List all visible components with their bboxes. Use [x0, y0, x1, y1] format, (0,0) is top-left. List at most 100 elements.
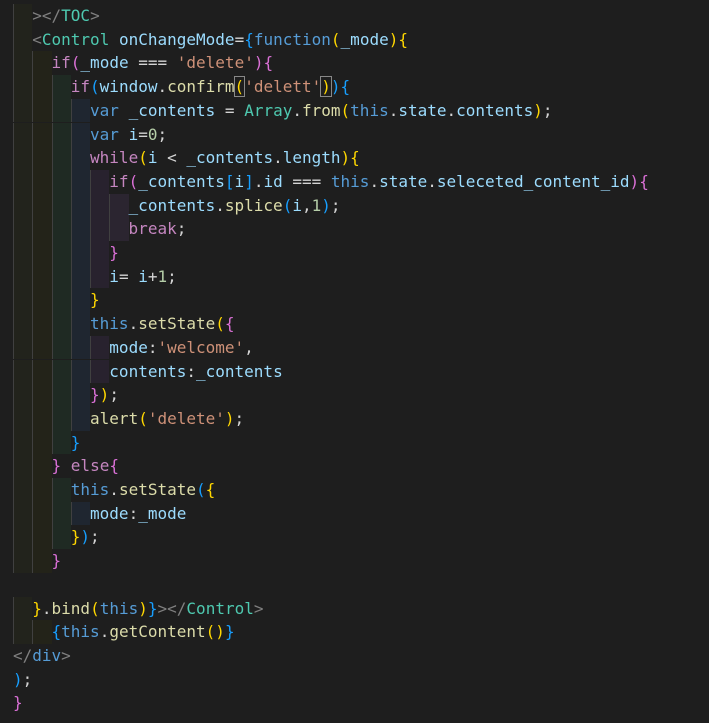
code-token: if	[109, 171, 129, 191]
code-line[interactable]: var i=0;	[0, 123, 709, 147]
code-line[interactable]: this.setState({	[0, 478, 709, 502]
code-token: TOC	[61, 6, 91, 25]
code-token: =	[118, 266, 139, 286]
code-line[interactable]: }	[0, 241, 709, 265]
code-token: confirm	[167, 77, 235, 97]
code-token: 0	[147, 124, 158, 144]
code-token: )	[215, 622, 225, 642]
code-line[interactable]: });	[0, 525, 709, 549]
code-token: mode	[109, 337, 148, 357]
code-token: )	[533, 100, 543, 120]
code-token: _mode	[340, 29, 389, 49]
code-token: Control	[41, 29, 110, 49]
code-token: {	[244, 29, 254, 49]
code-token: i	[138, 266, 148, 286]
code-token: contents	[456, 100, 534, 120]
code-token: 'welcome'	[157, 337, 245, 357]
code-token: var	[90, 124, 119, 144]
code-token: ;	[167, 266, 177, 286]
code-editor[interactable]: ></TOC> <Control onChangeMode={function(_…	[0, 0, 709, 723]
code-token: 1	[157, 266, 168, 286]
code-token: ;	[330, 195, 341, 215]
code-line[interactable]: i= i+1;	[0, 265, 709, 289]
code-token: <	[32, 29, 42, 49]
code-token: Array	[244, 100, 293, 120]
code-line[interactable]: if(_mode === 'delete'){	[0, 51, 709, 75]
code-token: this	[330, 171, 370, 191]
code-token: alert	[90, 408, 139, 428]
code-token: _mode	[80, 53, 129, 73]
code-token: {	[205, 480, 216, 499]
code-line[interactable]: this.setState({	[0, 312, 709, 336]
code-token: if	[51, 53, 71, 73]
code-line[interactable]: if(window.confirm('delett')){	[0, 75, 709, 99]
code-token: (	[70, 53, 81, 73]
code-token: {	[51, 622, 62, 642]
code-token: _contents	[196, 361, 283, 381]
code-line[interactable]: if(_contents[i].id === this.state.selece…	[0, 170, 709, 194]
code-line[interactable]: break;	[0, 217, 709, 241]
code-token: 'delete'	[176, 53, 254, 73]
code-token: ,	[301, 195, 312, 215]
code-token: }	[224, 622, 235, 642]
code-token: div	[32, 645, 62, 665]
code-token: contents	[109, 361, 187, 381]
code-line[interactable]: }	[0, 691, 709, 715]
code-token: )	[320, 76, 332, 98]
code-line[interactable]: while(i < _contents.length){	[0, 146, 709, 170]
code-token: (	[215, 314, 225, 334]
code-token: .	[157, 77, 168, 97]
code-token: {	[340, 77, 351, 97]
code-line[interactable]: }	[0, 549, 709, 573]
code-line[interactable]: }.bind(this)}></Control>	[0, 597, 709, 621]
code-token: =	[215, 100, 245, 120]
code-token: )	[629, 171, 640, 191]
code-token: ,	[244, 337, 254, 357]
code-line[interactable]: });	[0, 383, 709, 407]
code-token: (	[233, 76, 246, 98]
code-token: (	[340, 100, 351, 120]
code-token: :	[128, 503, 139, 523]
code-token: ]	[244, 171, 254, 191]
code-line[interactable]: {this.getContent()}	[0, 620, 709, 644]
code-line[interactable]: </div>	[0, 644, 709, 668]
code-line[interactable]: } else{	[0, 454, 709, 478]
code-line[interactable]: <Control onChangeMode={function(_mode){	[0, 28, 709, 52]
code-token: {	[263, 53, 274, 73]
code-line[interactable]: );	[0, 668, 709, 692]
code-token: .	[292, 100, 302, 120]
code-token: }	[32, 598, 42, 618]
code-token: .	[109, 480, 119, 499]
code-line[interactable]: contents:_contents	[0, 360, 709, 384]
code-token: from	[302, 100, 341, 120]
code-line[interactable]: alert('delete');	[0, 407, 709, 431]
code-line[interactable]: var _contents = Array.from(this.state.co…	[0, 99, 709, 123]
code-line[interactable]: mode:'welcome',	[0, 336, 709, 360]
code-token: ;	[157, 124, 168, 144]
code-token: _contents	[138, 171, 225, 191]
code-line[interactable]	[0, 573, 709, 597]
code-token: ;	[90, 527, 100, 547]
code-line[interactable]: }	[0, 288, 709, 312]
code-token: }	[90, 385, 100, 405]
code-token: i	[234, 171, 245, 191]
code-token: ;	[22, 669, 33, 689]
code-token: ;	[542, 100, 553, 120]
code-token: state	[398, 100, 447, 120]
code-token: (	[330, 29, 341, 49]
code-token: ;	[234, 408, 245, 428]
code-token: >	[253, 598, 264, 618]
code-token: }	[147, 598, 158, 618]
code-token: splice	[224, 195, 283, 215]
code-token: .	[388, 100, 399, 120]
code-line[interactable]: _contents.splice(i,1);	[0, 194, 709, 218]
code-line[interactable]: mode:_mode	[0, 502, 709, 526]
code-line[interactable]: }	[0, 431, 709, 455]
code-token: this	[70, 480, 110, 499]
code-token: {	[639, 171, 649, 191]
code-token: )	[99, 385, 110, 405]
code-line[interactable]: ></TOC>	[0, 4, 709, 28]
code-token: [	[224, 171, 235, 191]
code-token: )	[224, 408, 235, 428]
